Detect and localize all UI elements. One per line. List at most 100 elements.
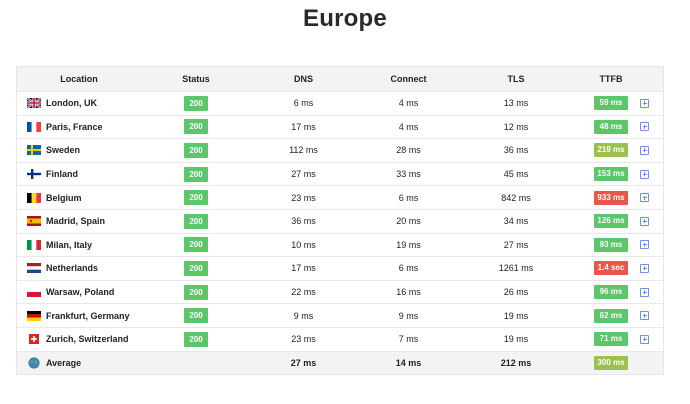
dns-value: 27 ms xyxy=(291,169,316,180)
status-badge: 200 xyxy=(184,142,208,158)
dns-value: 23 ms xyxy=(291,334,316,345)
dns-value: 17 ms xyxy=(291,121,316,132)
location-name: Netherlands xyxy=(46,263,99,274)
spain-flag-icon xyxy=(27,216,41,227)
header-tls: TLS xyxy=(507,74,525,84)
ttfb-badge: 71 ms xyxy=(594,332,628,347)
location-name: Milan, Italy xyxy=(46,239,93,250)
ttfb-badge: 96 ms xyxy=(594,285,628,300)
tls-value: 26 ms xyxy=(503,287,529,298)
dns-value: 23 ms xyxy=(291,192,316,203)
table-row: Netherlands 200 17 ms 6 ms 1261 ms 1.4 sec xyxy=(17,256,663,280)
ttfb-badge: 1.4 sec xyxy=(594,261,628,276)
table-row: Sweden 200 112 ms 28 ms 36 ms 219 ms xyxy=(17,138,663,162)
location-name: Paris, France xyxy=(46,121,103,132)
switzerland-flag-icon xyxy=(29,334,39,345)
status-badge: 200 xyxy=(184,308,208,324)
connect-value: 20 ms xyxy=(396,216,421,227)
dns-value: 17 ms xyxy=(291,263,316,274)
location-name: Finland xyxy=(46,169,78,180)
location-name: Frankfurt, Germany xyxy=(46,310,130,321)
average-row: Average 27 ms 14 ms 212 ms 300 ms xyxy=(17,350,663,375)
status-badge: 200 xyxy=(184,260,208,276)
results-table: Location Status DNS Connect TLS TTFB Lon… xyxy=(16,66,664,376)
status-badge: 200 xyxy=(184,237,208,253)
average-tls: 212 ms xyxy=(500,357,532,368)
tls-value: 34 ms xyxy=(503,216,529,227)
table-row: Warsaw, Poland 200 22 ms 16 ms 26 ms 96 ms xyxy=(17,279,663,304)
tls-value: 12 ms xyxy=(503,121,529,132)
connect-value: 4 ms xyxy=(398,98,419,109)
tls-value: 1261 ms xyxy=(498,263,534,274)
italy-flag-icon xyxy=(27,239,41,250)
poland-flag-icon xyxy=(27,287,41,298)
location-name: Zurich, Switzerland xyxy=(46,334,129,345)
ttfb-badge: 59 ms xyxy=(594,96,628,111)
connect-value: 4 ms xyxy=(398,121,419,132)
belgium-flag-icon xyxy=(27,192,41,203)
expand-icon[interactable] xyxy=(640,311,649,321)
table-row: Paris, France 200 17 ms 4 ms 12 ms 48 ms xyxy=(17,114,663,139)
ttfb-badge: 93 ms xyxy=(594,237,628,252)
germany-flag-icon xyxy=(27,310,41,321)
status-badge: 200 xyxy=(184,166,208,182)
table-row: Finland 200 27 ms 33 ms 45 ms 153 ms xyxy=(17,161,663,186)
table-row: London, UK 200 6 ms 4 ms 13 ms 59 ms xyxy=(17,91,663,115)
table-header: Location Status DNS Connect TLS TTFB xyxy=(17,67,663,91)
expand-icon[interactable] xyxy=(640,216,649,226)
average-label: Average xyxy=(46,357,82,368)
ttfb-badge: 219 ms xyxy=(594,143,628,158)
expand-icon[interactable] xyxy=(640,193,649,203)
connect-value: 6 ms xyxy=(398,263,419,274)
globe-icon xyxy=(28,357,40,369)
tls-value: 45 ms xyxy=(503,169,529,180)
expand-icon[interactable] xyxy=(640,169,649,179)
status-badge: 200 xyxy=(184,331,208,347)
france-flag-icon xyxy=(27,121,41,132)
dns-value: 22 ms xyxy=(291,287,316,298)
status-badge: 200 xyxy=(184,284,208,300)
expand-icon[interactable] xyxy=(640,98,649,108)
average-dns: 27 ms xyxy=(290,357,317,368)
status-badge: 200 xyxy=(184,213,208,229)
location-name: Sweden xyxy=(46,145,81,156)
dns-value: 36 ms xyxy=(291,216,316,227)
status-badge: 200 xyxy=(184,95,208,111)
page-title: Europe xyxy=(303,5,387,32)
ttfb-badge: 126 ms xyxy=(594,214,628,229)
location-name: Belgium xyxy=(46,192,82,203)
connect-value: 33 ms xyxy=(396,169,421,180)
tls-value: 842 ms xyxy=(501,192,531,203)
tls-value: 27 ms xyxy=(503,239,529,250)
ttfb-badge: 153 ms xyxy=(594,167,628,182)
tls-value: 36 ms xyxy=(503,145,529,156)
tls-value: 13 ms xyxy=(503,98,529,109)
connect-value: 6 ms xyxy=(398,192,419,203)
expand-icon[interactable] xyxy=(640,145,649,155)
expand-icon[interactable] xyxy=(640,334,649,344)
table-row: Frankfurt, Germany 200 9 ms 9 ms 19 ms 62 ms xyxy=(17,303,663,327)
expand-icon[interactable] xyxy=(640,263,649,273)
tls-value: 19 ms xyxy=(503,310,529,321)
netherlands-flag-icon xyxy=(27,263,41,274)
header-location: Location xyxy=(60,74,98,84)
table-row: Madrid, Spain 200 36 ms 20 ms 34 ms 126 ms xyxy=(17,208,663,233)
dns-value: 10 ms xyxy=(291,239,316,250)
status-badge: 200 xyxy=(184,119,208,135)
header-status: Status xyxy=(182,74,210,84)
header-dns: DNS xyxy=(293,74,313,84)
status-badge: 200 xyxy=(184,190,208,206)
connect-value: 28 ms xyxy=(396,145,421,156)
location-name: Warsaw, Poland xyxy=(46,287,115,298)
expand-icon[interactable] xyxy=(640,240,649,250)
uk-flag-icon xyxy=(27,98,41,109)
location-name: Madrid, Spain xyxy=(46,216,106,227)
expand-icon[interactable] xyxy=(640,287,649,297)
table-row: Zurich, Switzerland 200 23 ms 7 ms 19 ms 71 m… xyxy=(17,326,663,351)
average-ttfb-badge: 300 ms xyxy=(594,355,628,370)
ttfb-badge: 933 ms xyxy=(594,190,628,205)
connect-value: 9 ms xyxy=(398,310,419,321)
dns-value: 112 ms xyxy=(289,145,318,156)
expand-icon[interactable] xyxy=(640,122,649,132)
table-row: Belgium 200 23 ms 6 ms 842 ms 933 ms xyxy=(17,185,663,209)
